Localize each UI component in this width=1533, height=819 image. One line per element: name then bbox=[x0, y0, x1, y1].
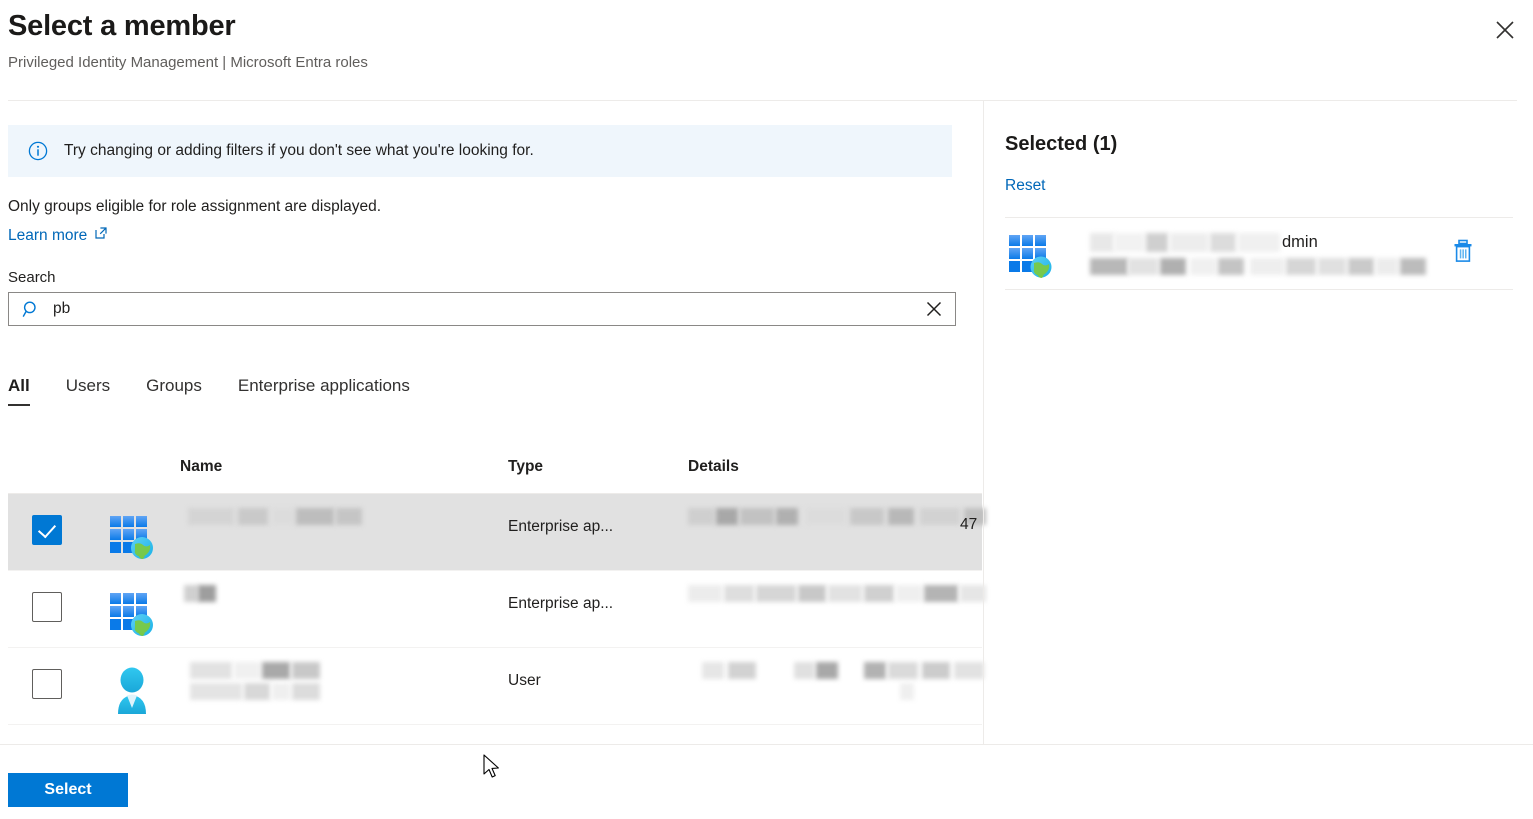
table-row[interactable]: Enterprise ap... 47 bbox=[8, 494, 986, 571]
info-banner: Try changing or adding filters if you do… bbox=[8, 125, 952, 177]
row-checkbox[interactable] bbox=[32, 592, 62, 622]
close-icon bbox=[1494, 19, 1516, 41]
tab-groups[interactable]: Groups bbox=[146, 376, 202, 406]
search-icon bbox=[9, 300, 53, 319]
dialog-header: Select a member Privileged Identity Mana… bbox=[0, 0, 1533, 100]
table-header-row: Name Type Details bbox=[8, 446, 982, 494]
table-row[interactable]: User bbox=[8, 648, 984, 725]
selected-list-bottom-divider bbox=[1005, 289, 1513, 290]
select-button[interactable]: Select bbox=[8, 773, 128, 807]
external-link-icon bbox=[94, 226, 108, 245]
eligibility-note: Only groups eligible for role assignment… bbox=[8, 198, 382, 215]
breadcrumb: Privileged Identity Management | Microso… bbox=[8, 54, 368, 71]
row-type: Enterprise ap... bbox=[508, 595, 614, 612]
selected-item-name-suffix: dmin bbox=[1282, 233, 1318, 251]
tab-users[interactable]: Users bbox=[66, 376, 110, 406]
learn-more-link[interactable]: Learn more bbox=[8, 226, 108, 245]
mouse-cursor bbox=[483, 754, 503, 782]
page-title: Select a member bbox=[8, 10, 236, 42]
info-icon bbox=[28, 141, 48, 161]
close-button[interactable] bbox=[1485, 12, 1525, 48]
enterprise-application-icon bbox=[104, 585, 160, 641]
column-header-type: Type bbox=[508, 458, 544, 475]
enterprise-application-icon bbox=[1005, 229, 1057, 281]
selected-count-title: Selected (1) bbox=[1005, 133, 1118, 155]
tab-enterprise-applications[interactable]: Enterprise applications bbox=[238, 376, 410, 406]
enterprise-application-icon bbox=[104, 508, 160, 564]
search-label: Search bbox=[8, 269, 56, 286]
table-row[interactable]: Enterprise ap... bbox=[8, 571, 986, 648]
tab-all[interactable]: All bbox=[8, 376, 30, 406]
row-type: Enterprise ap... bbox=[508, 518, 614, 535]
row-type: User bbox=[508, 672, 541, 689]
user-icon bbox=[104, 662, 160, 718]
member-picker-pane: Try changing or adding filters if you do… bbox=[0, 101, 986, 744]
row-checkbox[interactable] bbox=[32, 515, 62, 545]
selected-list-item: dmin bbox=[1005, 217, 1513, 289]
remove-selected-item-button[interactable] bbox=[1445, 235, 1481, 271]
members-table: Name Type Details Enterprise ap... 47 En… bbox=[8, 446, 986, 725]
selected-item-text: dmin bbox=[1090, 233, 1435, 275]
info-banner-text: Try changing or adding filters if you do… bbox=[64, 142, 534, 159]
column-header-name: Name bbox=[180, 458, 223, 475]
reset-link[interactable]: Reset bbox=[1005, 177, 1046, 195]
selected-items-pane: Selected (1) Reset dmin bbox=[983, 101, 1533, 744]
selected-item-name: dmin bbox=[1090, 233, 1435, 253]
footer-divider bbox=[0, 744, 1533, 745]
column-header-details: Details bbox=[688, 458, 739, 475]
member-type-tabs: All Users Groups Enterprise applications bbox=[8, 366, 446, 406]
learn-more-label: Learn more bbox=[8, 226, 88, 244]
row-details-count: 47 bbox=[960, 516, 978, 533]
selected-item-subtitle-redacted bbox=[1090, 258, 1435, 275]
search-box[interactable] bbox=[8, 292, 956, 326]
row-checkbox[interactable] bbox=[32, 669, 62, 699]
trash-icon bbox=[1450, 238, 1476, 269]
search-clear-button[interactable] bbox=[913, 293, 955, 325]
search-input[interactable] bbox=[53, 300, 913, 318]
